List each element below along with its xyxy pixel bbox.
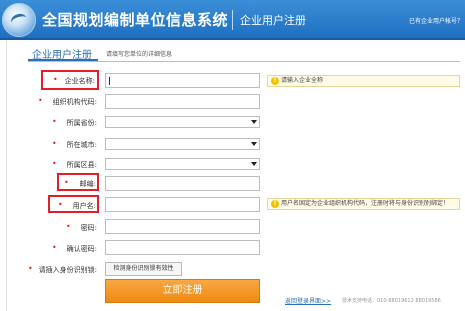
org-code-input[interactable] [105,94,260,109]
site-header: 全国规划编制单位信息系统 企业用户注册 已有企业用户帐号？ [0,0,465,40]
required-marker: • [64,178,69,187]
warning-icon: ! [271,77,279,85]
province-select[interactable] [105,116,260,128]
required-marker: • [52,117,57,126]
username-input[interactable] [105,197,260,212]
title-underline [28,59,460,62]
district-select[interactable] [105,158,260,170]
globe-logo-icon [2,3,36,37]
city-label: 所在城市: [66,141,97,149]
required-marker: • [66,222,71,231]
required-marker: • [52,159,57,168]
verify-identity-button[interactable]: 检测身份识别锁有效性 [105,262,182,276]
system-title: 全国规划编制单位信息系统 [42,11,229,29]
city-select[interactable] [105,138,260,150]
header-divider [232,10,233,30]
required-marker: • [52,243,57,252]
company-name-hint: ! 请输入企业全称 [267,75,460,87]
registration-page: 全国规划编制单位信息系统 企业用户注册 已有企业用户帐号？ 企业用户注册 请填写… [0,0,465,311]
required-marker: • [52,139,57,148]
chevron-down-icon [251,142,257,146]
confirm-password-input[interactable] [105,240,260,255]
return-login-link[interactable]: 返回登录界面>> [285,296,331,305]
org-code-label: 组织机构代码: [52,98,97,106]
username-hint: ! 用户名固定为企业组织机构代码，注册时将与身份识别别绑定！ [267,198,460,210]
password-label: 密码: [80,224,97,232]
text-caret [109,77,110,85]
support-phone: 技术支持电话：010-88019612 88019586 [342,298,441,304]
identity-lock-label: 请插入身份识别锁: [38,266,97,274]
company-name-hint-text: 请输入企业全称 [281,77,324,84]
username-label: 用户名: [72,202,96,210]
required-marker: • [58,200,63,209]
postcode-label: 邮编: [79,180,96,188]
page-subtitle: 企业用户注册 [240,14,306,27]
required-marker: • [53,75,58,84]
username-hint-text: 用户名固定为企业组织机构代码，注册时将与身份识别别绑定！ [281,200,450,207]
company-name-input[interactable] [105,73,260,88]
company-name-label: 企业名称: [64,77,95,85]
chevron-down-icon [251,162,257,166]
province-label: 所属省份: [66,119,97,127]
confirm-password-label: 确认密码: [66,245,97,253]
existing-account-link[interactable]: 已有企业用户帐号？ [409,16,463,25]
postcode-input[interactable] [105,176,260,191]
required-marker: • [38,96,43,105]
register-submit-button[interactable]: 立即注册 [105,279,260,303]
chevron-down-icon [251,120,257,124]
district-label: 所属区县: [66,161,97,169]
form-subtitle: 请填写您单位的详细信息 [106,51,173,58]
password-input[interactable] [105,219,260,234]
warning-icon: ! [271,200,279,208]
required-marker: • [28,264,33,273]
